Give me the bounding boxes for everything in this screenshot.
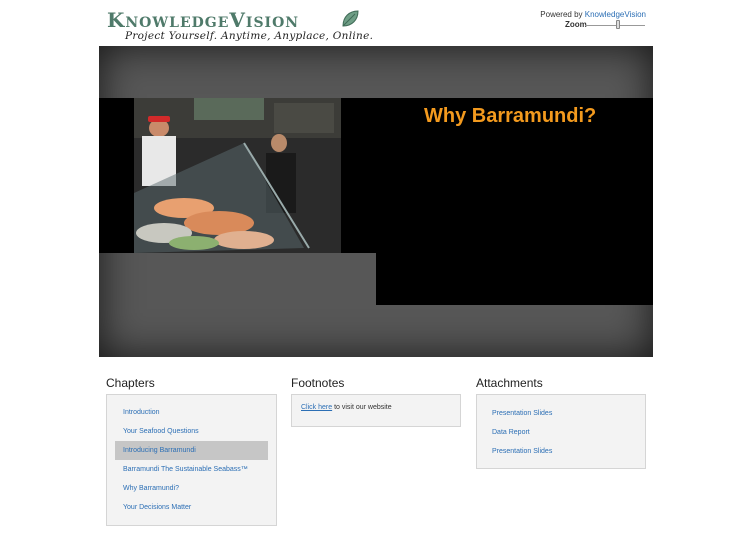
chapters-section: Chapters Introduction Your Seafood Quest… xyxy=(106,376,277,526)
chapter-item[interactable]: Your Seafood Questions xyxy=(115,422,268,441)
attachments-heading: Attachments xyxy=(476,376,543,390)
slide-title: Why Barramundi? xyxy=(424,105,597,127)
zoom-control: Zoom xyxy=(565,20,647,32)
powered-prefix: Powered by xyxy=(540,10,583,19)
logo-tagline: Project Yourself. Anytime, Anyplace, Onl… xyxy=(125,30,374,42)
footnote-text: to visit our website xyxy=(332,404,392,411)
slide-panel: Why Barramundi? xyxy=(376,98,653,305)
zoom-label: Zoom xyxy=(565,20,587,29)
chapter-item-active[interactable]: Introducing Barramundi xyxy=(115,441,268,460)
footnotes-box: Click here to visit our website xyxy=(291,394,461,427)
footnotes-heading: Footnotes xyxy=(291,376,345,390)
attachments-list: Presentation Slides Data Report Presenta… xyxy=(476,394,646,469)
chapter-item[interactable]: Why Barramundi? xyxy=(115,479,268,498)
chapters-heading: Chapters xyxy=(106,376,155,390)
footnotes-section: Footnotes Click here to visit our websit… xyxy=(291,376,461,427)
presentation-player: Why Barramundi? xyxy=(99,46,653,357)
powered-by: Powered by KnowledgeVision xyxy=(540,10,646,19)
chapter-item[interactable]: Barramundi The Sustainable Seabass™ xyxy=(115,460,268,479)
powered-link[interactable]: KnowledgeVision xyxy=(585,10,646,19)
chapters-list: Introduction Your Seafood Questions Intr… xyxy=(106,394,277,526)
website-link[interactable]: Click here xyxy=(301,404,332,411)
logo-title: KnowledgeVision xyxy=(107,8,300,32)
leaf-icon xyxy=(342,10,359,27)
video-frame[interactable] xyxy=(134,98,341,253)
attachment-link[interactable]: Presentation Slides xyxy=(492,404,630,423)
attachments-section: Attachments Presentation Slides Data Rep… xyxy=(476,376,646,469)
zoom-slider-thumb[interactable] xyxy=(615,20,620,29)
chapter-item[interactable]: Your Decisions Matter xyxy=(115,498,268,517)
attachment-link[interactable]: Presentation Slides xyxy=(492,442,630,461)
chapter-item[interactable]: Introduction xyxy=(115,403,268,422)
video-still-image xyxy=(134,98,341,253)
knowledgevision-logo: KnowledgeVision Project Yourself. Anytim… xyxy=(105,8,373,44)
attachment-link[interactable]: Data Report xyxy=(492,423,630,442)
